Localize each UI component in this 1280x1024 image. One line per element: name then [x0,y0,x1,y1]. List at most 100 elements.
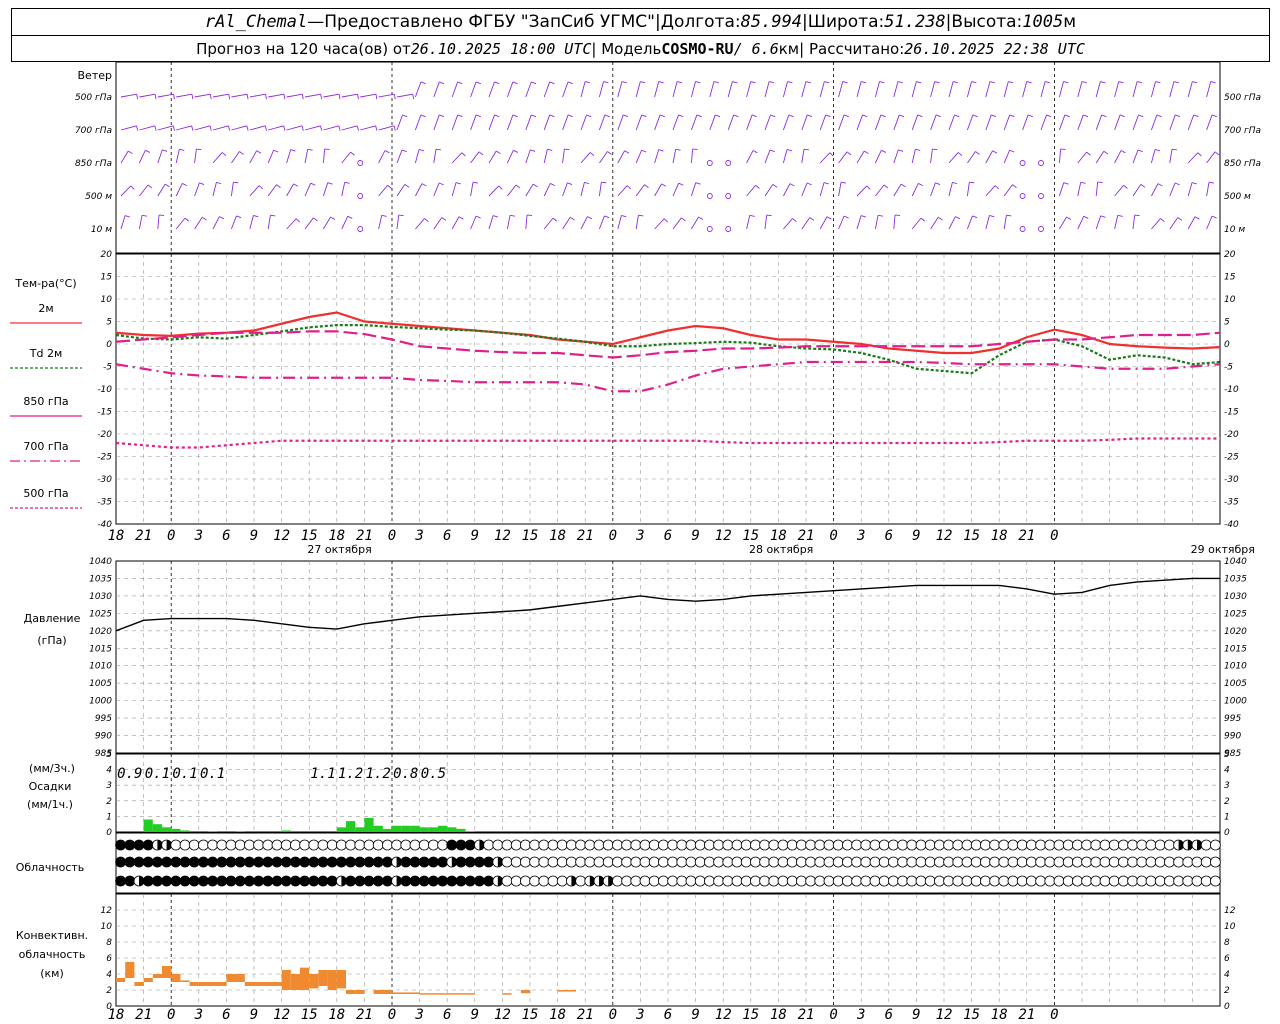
wind-barb-feather [412,94,415,100]
cloud-clear [1127,875,1138,887]
wind-barb [893,149,899,164]
wind-barb [672,149,677,164]
wind-barb-feather [1100,81,1106,84]
wind-barb-feather [607,151,612,155]
precip-bar [373,825,383,832]
wind-barb [617,114,624,131]
wind-barb [635,215,639,230]
wind-barb [672,217,682,230]
wind-calm [357,193,364,199]
cloud-clear [538,839,550,851]
wind-level-left: 10 м [91,225,112,235]
conv-bar [419,993,448,995]
wind-barb-feather [1123,184,1128,189]
cloud-overcast [188,856,200,868]
precip-bar [162,827,172,832]
wind-barb-feather [1119,114,1125,118]
wind-barb [286,125,303,131]
conv-ytick-left: 10 [101,922,113,932]
cloud-clear [1182,856,1194,868]
wind-barb [783,183,791,197]
wind-barb [709,81,715,98]
wind-barb [727,114,735,131]
precip-bar [355,827,365,832]
wind-barb-feather [954,114,960,118]
pres-ytick-left: 995 [95,714,112,724]
cloud-clear [860,839,872,851]
cloud-clear [1099,875,1111,887]
temp-ytick-left: -10 [97,385,112,395]
wind-barb [396,215,400,230]
wind-barb [194,217,203,230]
time-axis-hour: 12 [273,528,290,544]
wind-barb [1187,152,1199,164]
time-axis-hour-bottom: 0 [829,1007,837,1023]
prec-ytick-right: 5 [1224,750,1230,760]
cloud-overcast [464,839,476,851]
wind-barb [580,216,588,230]
cloud-clear [796,839,807,851]
temp-ytick-right: -25 [1224,453,1239,463]
wind-barb-feather [457,81,463,85]
pres-ytick-left: 1015 [89,644,112,654]
cloud-clear [1108,839,1120,851]
wind-barb-feather [1097,181,1103,184]
wind-barb-feather [751,114,757,118]
pres-ytick-left: 1025 [89,609,112,619]
day-label: 29 октября [1191,543,1255,556]
conv-ytick-left: 0 [106,1002,112,1012]
cloud-clear [731,839,743,851]
wind-barb-feather [290,149,296,152]
wind-barb [506,215,511,230]
cloud-clear [612,875,623,887]
wind-barb-feather [418,149,424,152]
wind-barb-feather [698,216,704,220]
time-axis-hour: 9 [471,528,479,544]
wind-barb-feather [569,216,575,221]
wind-barb-feather [531,81,537,85]
cloud-clear [722,875,734,887]
wind-barb [801,114,808,131]
cloud-overcast [170,875,182,887]
prec-ytick-left: 0 [106,828,112,838]
cloud-clear [704,839,715,851]
pres-ytick-left: 1005 [89,679,112,689]
wind-barb-feather [530,149,536,152]
wind-barb-feather [787,81,793,84]
conv-bar [318,970,328,986]
wind-barb-feather [991,114,997,118]
precip-bar [208,831,218,832]
time-axis-hour-bottom: 6 [885,1007,893,1023]
wind-barb-feather [1156,114,1162,118]
wind-barb-feather [1177,217,1183,221]
wind-barb [414,114,422,131]
cloud-clear [759,856,770,868]
wind-barb [654,114,661,131]
wind-barb [1003,114,1011,131]
wind-barb [838,151,848,164]
cloud-overcast [473,875,485,887]
cloud-clear [842,875,853,887]
wind-barb [286,149,292,164]
wind-barb [1206,182,1210,197]
cloud-clear [842,839,853,851]
pres-ytick-left: 1010 [89,662,112,672]
wind-barb [175,217,186,230]
wind-barb [1187,114,1195,131]
wind-barb [1077,81,1083,98]
wind-barb-feather [338,125,341,131]
cloud-clear [759,875,770,887]
wind-barb-feather [1137,149,1143,153]
cloud-clear [271,839,283,851]
wind-barb [506,114,514,131]
wind-barb [230,182,234,197]
time-axis-hour: 6 [443,528,451,544]
pres-ytick-left: 1035 [89,574,112,584]
cloud-clear [243,839,255,851]
wind-barb [415,218,425,230]
wind-barb [267,149,275,164]
time-axis-hour-bottom: 21 [1018,1007,1035,1023]
pres-ytick-right: 1010 [1224,662,1247,672]
wind-barb [231,125,247,131]
cloud-clear [630,856,642,868]
